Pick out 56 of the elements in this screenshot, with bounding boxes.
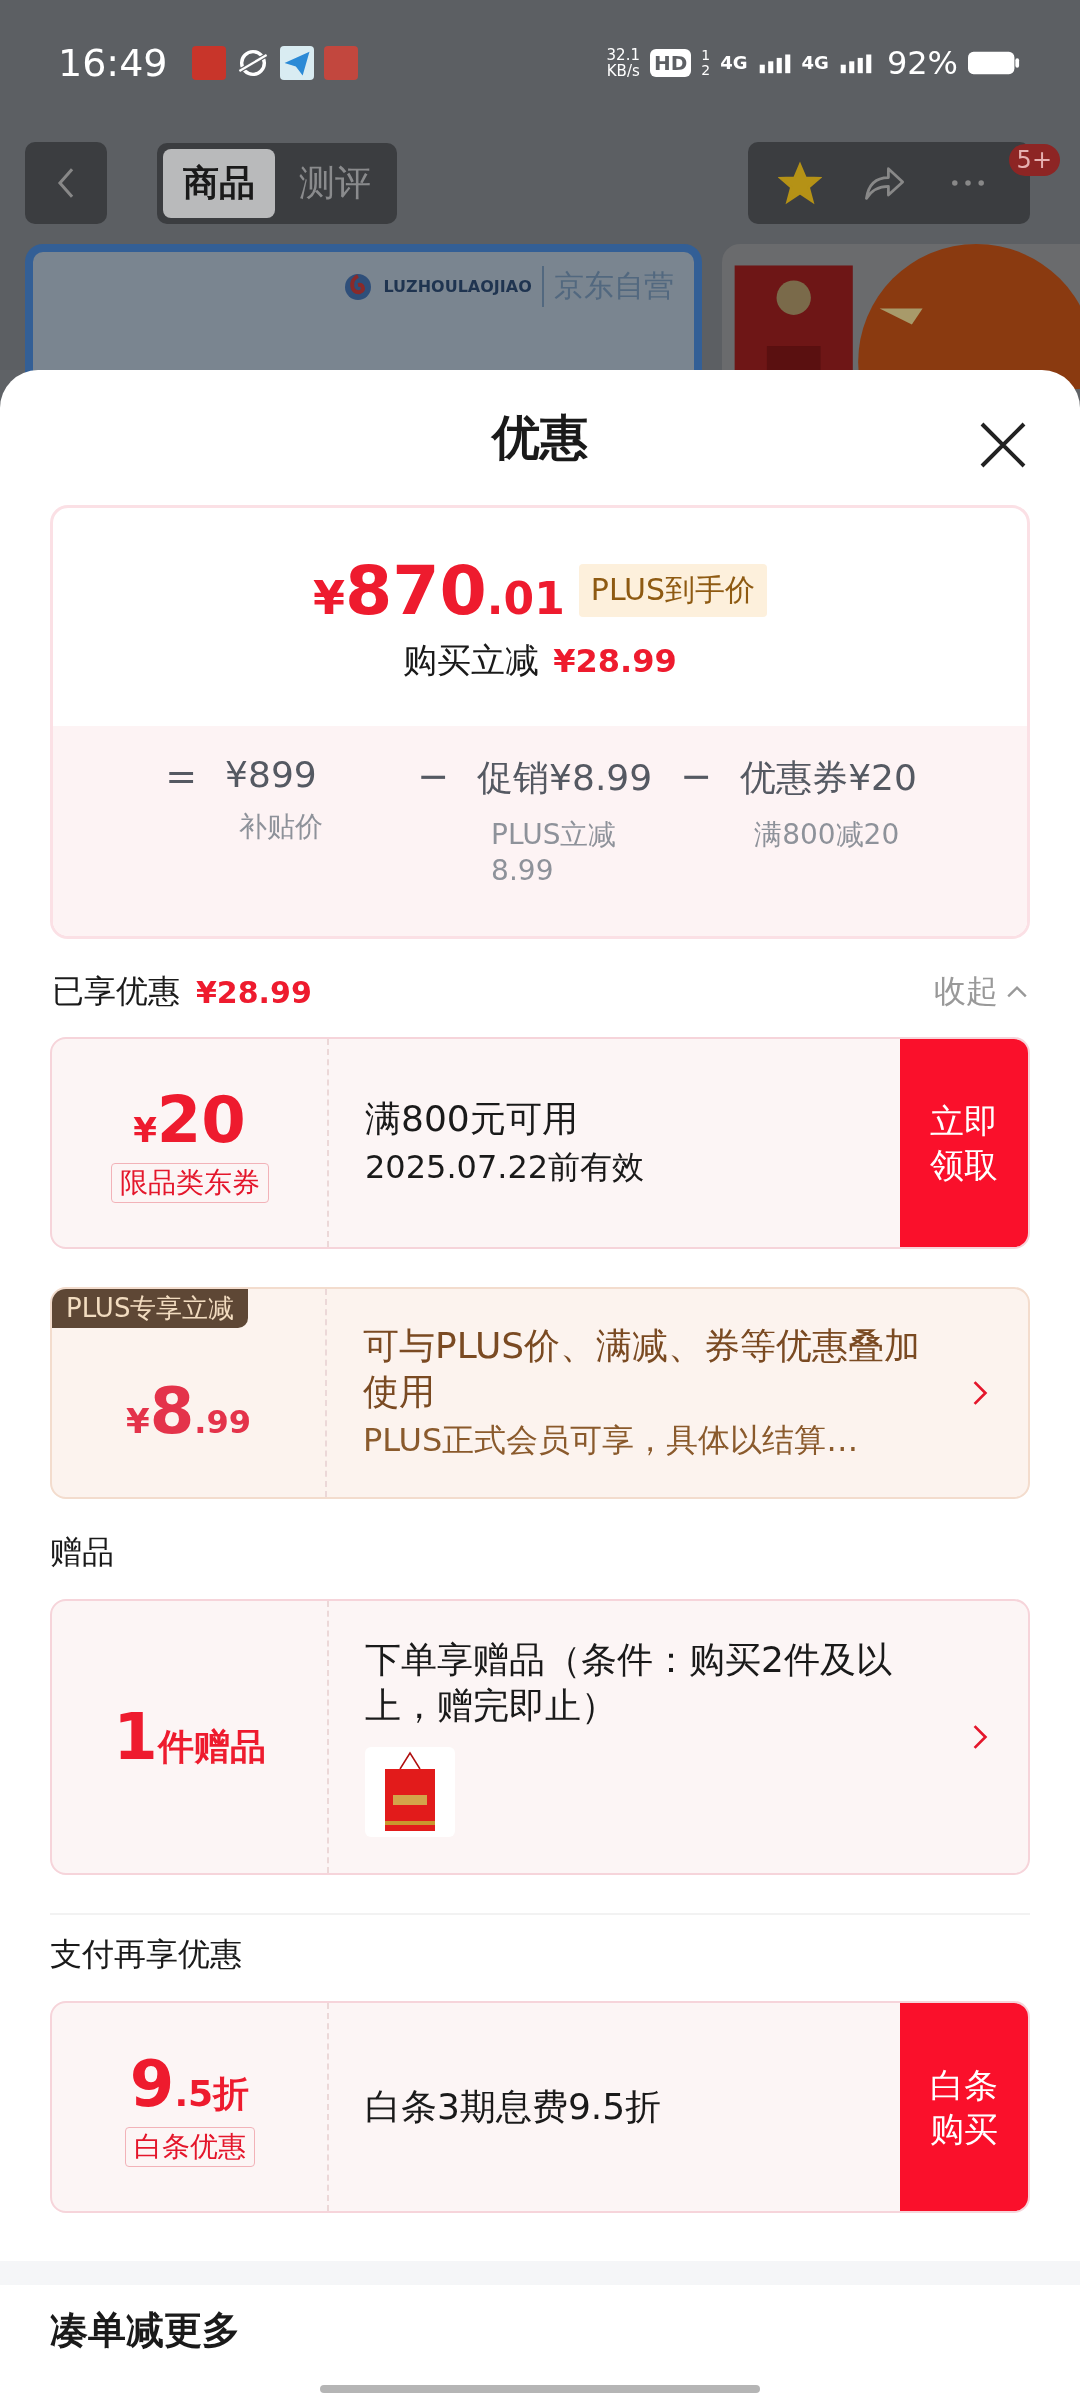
discount-amount: ¥28.99 <box>553 641 677 680</box>
plus-ribbon: PLUS专享立减 <box>52 1289 249 1328</box>
formula-amount: 促销¥8.99 <box>477 756 653 800</box>
battery-icon <box>968 49 1020 76</box>
claim-button[interactable]: 白条购买 <box>900 2003 1028 2211</box>
offer-subtitle: PLUS正式会员可享，具体以结算… <box>363 1420 860 1461</box>
signal-label: 4G <box>801 52 829 73</box>
formula-note: PLUS立减8.99 <box>490 817 618 889</box>
saved-amount: ¥28.99 <box>196 974 312 1010</box>
offer-title: 白条3期息费9.5折 <box>365 2085 663 2129</box>
network-speed: 32.1 KB/s <box>606 46 640 79</box>
nav-tab[interactable]: 商品 <box>163 148 275 218</box>
nav-tab[interactable]: 测评 <box>279 148 391 218</box>
app-notification-icon <box>323 45 358 80</box>
offer-tag: 白条优惠 <box>124 2127 255 2167</box>
notification-badge: 5+ <box>1008 144 1060 176</box>
final-price: ¥870.01 <box>312 550 565 630</box>
caret-icon <box>1006 985 1028 999</box>
sim-indicator: 1 2 <box>701 47 711 78</box>
section-heading: 凑单减更多 <box>49 2307 241 2354</box>
price-tag: PLUS到手价 <box>578 563 768 617</box>
chevron-right-icon[interactable] <box>972 1380 988 1406</box>
signal-label: 4G <box>720 52 748 73</box>
section-heading: 赠品 <box>49 1532 115 1573</box>
chevron-right-icon[interactable] <box>972 1724 988 1750</box>
offer-tag: 限品类东券 <box>110 1163 269 1203</box>
formula-amount: ¥899 <box>225 754 318 795</box>
offer-value: ¥8.99 <box>126 1374 251 1448</box>
paper-plane-icon <box>279 45 314 80</box>
brand-name: LUZHOULAOJIAO <box>383 277 532 296</box>
claim-button[interactable]: 立即领取 <box>900 1039 1028 1247</box>
offer-value: ¥20 <box>133 1083 246 1157</box>
formula-note: 补贴价 <box>238 809 325 845</box>
collapse-toggle[interactable]: 收起 <box>934 970 1028 1014</box>
swirl-logo-icon <box>343 271 374 302</box>
hd-indicator: HD <box>650 48 692 77</box>
offer-subtitle: 2025.07.22前有效 <box>365 1147 646 1188</box>
offer-title: 下单享赠品（条件：购买2件及以上，赠完即止） <box>365 1638 893 1728</box>
discount-label: 购买立减 <box>403 638 540 682</box>
star-icon[interactable] <box>778 161 822 205</box>
operator-sign: − <box>416 754 451 800</box>
app-notification-icon <box>191 45 226 80</box>
sheet-title: 优惠 <box>492 407 588 467</box>
formula-note: 满800减20 <box>753 817 901 853</box>
section-heading: 已享优惠 <box>52 971 180 1012</box>
battery-percent: 92% <box>886 43 958 82</box>
offer-title: 可与PLUS价、满减、券等优惠叠加使用 <box>363 1324 922 1414</box>
offer-value: 9.5折 <box>129 2047 250 2121</box>
operator-sign: − <box>679 754 714 800</box>
offer-value: 1件赠品 <box>113 1700 266 1774</box>
section-heading: 支付再享优惠 <box>49 1934 243 1975</box>
formula-amount: 优惠券¥20 <box>740 756 917 800</box>
status-time: 16:49 <box>58 40 168 85</box>
offer-title: 满800元可用 <box>365 1097 579 1141</box>
operator-sign: = <box>164 754 199 800</box>
close-icon[interactable] <box>978 420 1028 470</box>
